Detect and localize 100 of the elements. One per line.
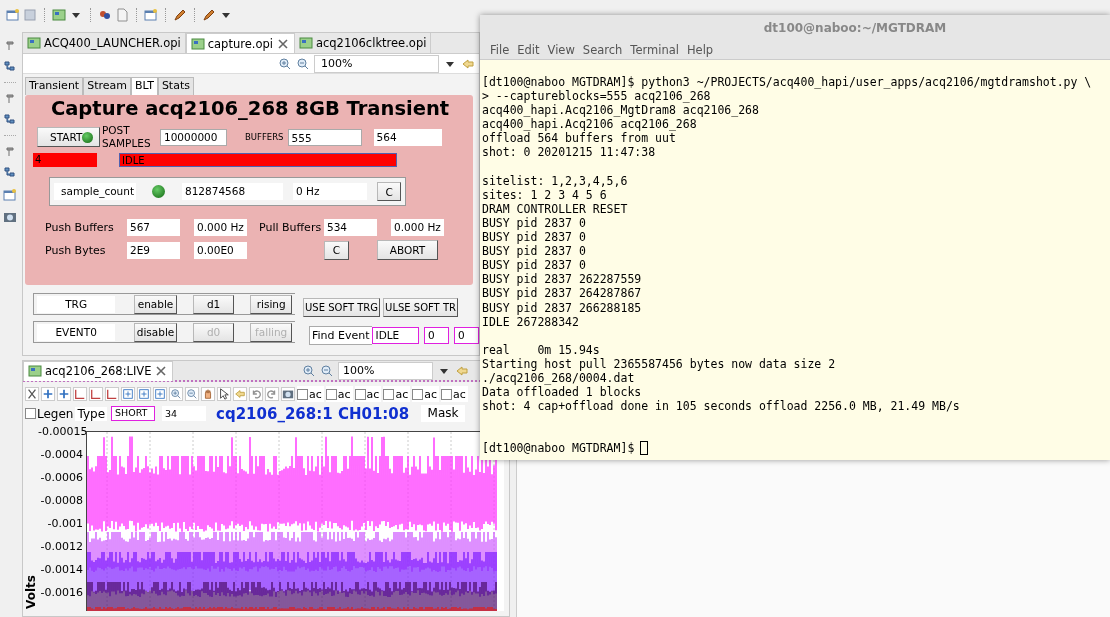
snapshot-icon[interactable] [281,387,295,401]
window-icon[interactable] [3,188,17,202]
new-window-icon[interactable] [6,8,20,22]
monitor-icon[interactable] [3,210,17,224]
buffers-field[interactable]: 555 [287,128,362,146]
terminal-line: real 0m 15.94s [482,342,601,357]
tree-icon[interactable] [3,166,17,180]
window-title: dt100@naboo:~/MGTDRAM [480,15,1110,40]
soft-trigger-button[interactable]: USE SOFT TRG [303,297,381,317]
undo-icon[interactable] [249,387,263,401]
clear-button[interactable]: C [324,240,349,260]
value-field: 567 [127,219,180,236]
axis-tick-label: -0.0008 [39,494,84,509]
menu-item[interactable]: File [486,40,514,59]
terminal-prompt: [dt100@naboo MGTDRAM]$ [482,441,635,456]
menu-item[interactable]: Search [578,40,627,59]
editor-tab[interactable]: ACQ400_LAUNCHER.opi [23,33,186,53]
zoom-out-icon[interactable] [320,363,334,378]
add-point-icon[interactable] [41,387,55,401]
trigger-button[interactable]: d1 [192,294,235,314]
panel-tab[interactable]: BLT [131,77,158,95]
panel-tab[interactable]: Transient [25,77,84,95]
trigger-button[interactable]: rising [250,294,292,314]
tree-icon[interactable] [3,60,17,74]
hand-icon[interactable] [201,387,215,401]
panel-title: Capture acq2106_268 8GB Transient [49,97,451,121]
menu-item[interactable]: Edit [513,40,544,59]
rate-field: 0.000 Hz [194,219,247,236]
pin-icon[interactable] [3,144,17,158]
axis-icon[interactable] [105,387,119,401]
event-field: 0 [424,326,450,344]
zoom-in-icon[interactable] [302,363,316,378]
trigger-button[interactable]: disable [134,322,177,342]
panel-tab[interactable]: Stream [83,77,131,95]
field-label: POST SAMPLES [102,124,152,150]
editor-tab[interactable]: acq2106clktree.opi [294,33,432,53]
file-icon [27,36,41,50]
event-field: IDLE [371,326,420,344]
zoom-in-icon[interactable] [278,56,292,71]
pointer-icon[interactable] [217,387,231,401]
close-icon[interactable] [154,364,169,378]
channel-checkbox[interactable]: ac [297,386,324,402]
close-icon[interactable] [275,36,290,51]
zoom-out-icon[interactable] [296,56,310,71]
menu-item[interactable]: Help [682,40,718,59]
zoom-field[interactable]: 100% [314,54,439,73]
pen-icon[interactable] [202,8,216,22]
start-button[interactable]: START [37,127,100,147]
field-label: Pull Buffers [259,221,323,234]
zoom-fit-icon[interactable] [121,387,135,401]
signal-name: EVENT0 [37,323,116,341]
value-field: 534 [324,219,377,236]
scissors-icon[interactable] [25,387,39,401]
channel-checkbox[interactable]: ac [441,386,468,402]
editor-tab[interactable]: capture.opi [185,33,295,53]
total-field: 564 [373,128,442,146]
axis-label: Volts [23,575,38,609]
trigger-button: falling [250,322,292,342]
zoom-fit-icon[interactable] [153,387,167,401]
type-field[interactable]: SHORT [111,406,156,421]
zoom-in-icon[interactable] [169,387,183,401]
field-label: Find Event [311,328,371,342]
zoom-out-icon[interactable] [185,387,199,401]
channel-checkbox[interactable]: ac [383,386,411,402]
terminal-line: acq400_hapi.Acq2106_MgtDram8 acq2106_268 [482,103,760,118]
terminal-line: BUSY pid 2837 266288185 [482,300,643,315]
file-icon [190,36,205,51]
axis-tick-label: -0.0014 [39,563,84,578]
channel-checkbox[interactable]: ac [325,386,353,402]
terminal-line: BUSY pid 2837 0 [482,230,587,245]
terminal-line: BUSY pid 2837 264287867 [482,286,643,301]
redo-icon[interactable] [265,387,279,401]
terminal-line: BUSY pid 2837 262287559 [482,272,643,287]
legend-checkbox[interactable]: Legen [25,405,76,422]
abort-button[interactable]: ABORT [377,240,438,260]
signal-name: TRG [37,295,116,313]
view-tab[interactable]: acq2106_268:LIVE [23,361,174,381]
axis-tick-label: -0.0016 [39,586,84,601]
axis-tick-label: -0.0004 [39,448,84,463]
menu-item[interactable]: Terminal [626,40,683,59]
soft-trigger-button[interactable]: ULSE SOFT TR [383,297,458,317]
new-window-icon[interactable] [144,8,158,22]
image-icon[interactable] [52,8,66,22]
axis-icon[interactable] [89,387,103,401]
add-point-icon[interactable] [57,387,71,401]
channel-checkbox[interactable]: ac [412,386,439,402]
people-icon[interactable] [98,8,112,22]
zoom-field[interactable]: 100% [338,361,433,380]
trigger-button[interactable]: enable [134,294,177,314]
menu-item[interactable]: View [543,40,579,59]
channel-checkbox[interactable]: ac [354,386,382,402]
clear-button[interactable]: C [377,182,401,201]
axis-icon[interactable] [73,387,87,401]
pin-icon[interactable] [3,91,17,105]
panel-tab[interactable]: Stats [157,77,194,95]
pen-icon[interactable] [173,8,187,22]
tree-icon[interactable] [3,113,17,127]
zoom-fit-icon[interactable] [137,387,151,401]
spinner-field[interactable]: 10000000 [160,128,227,146]
pin-icon[interactable] [3,38,17,52]
